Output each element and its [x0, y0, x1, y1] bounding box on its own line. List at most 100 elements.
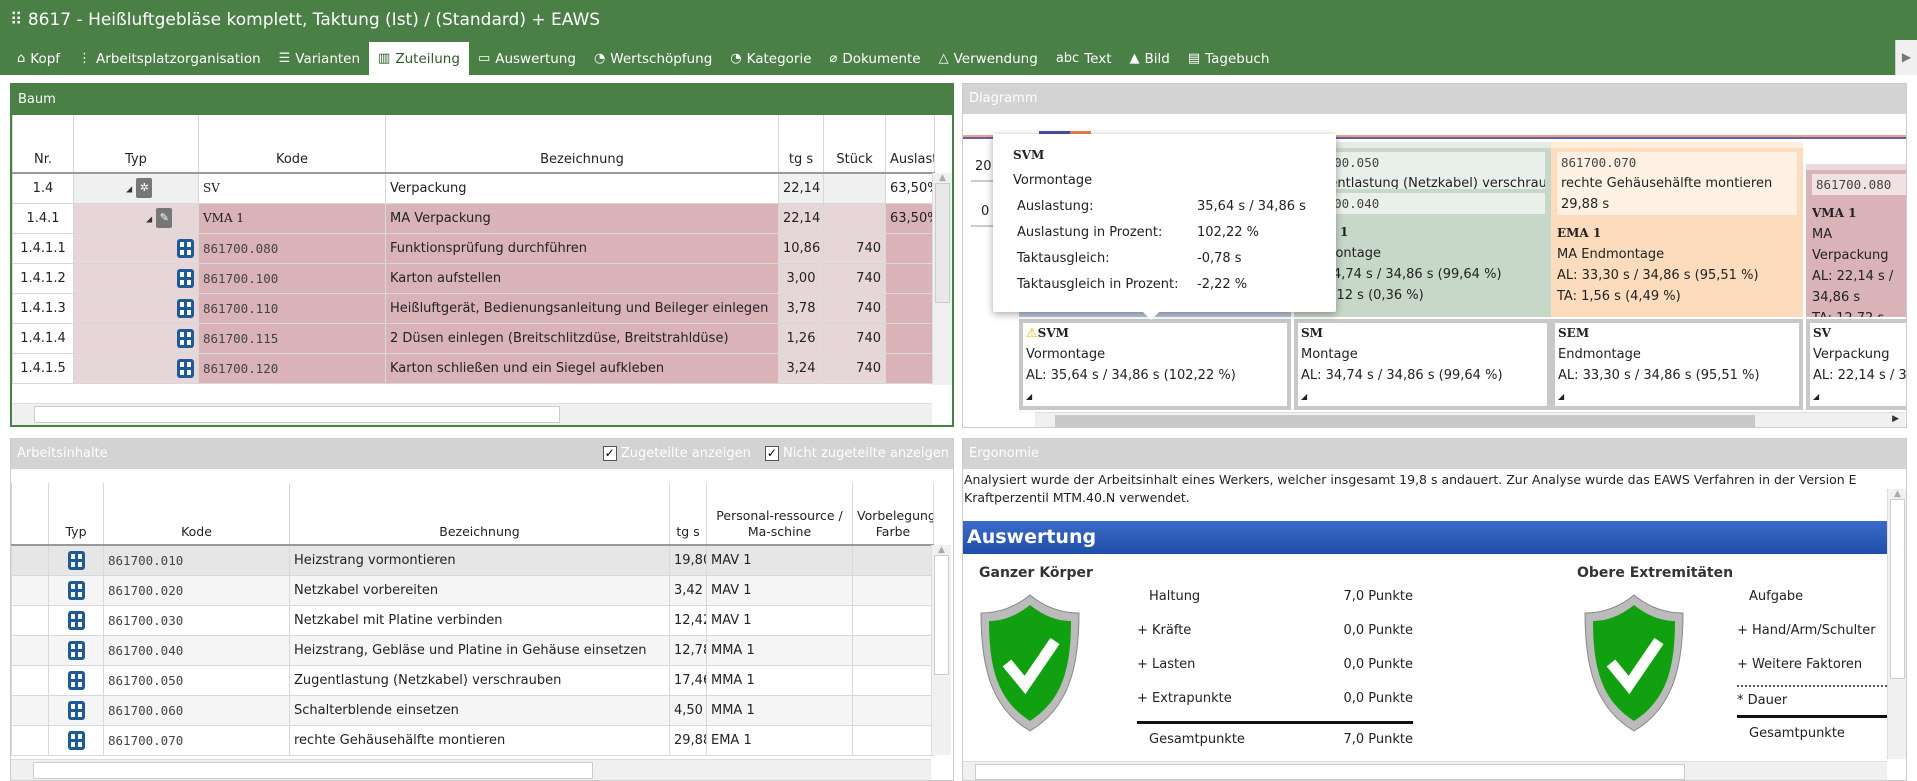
- column-header[interactable]: Nr.: [12, 115, 74, 174]
- expand-icon[interactable]: ◢: [1026, 386, 1284, 406]
- worker-auslastung: AL: 33,30 s / 34,86 s (95,51 %): [1557, 268, 1759, 283]
- row-selector[interactable]: [11, 544, 49, 576]
- work-content-block[interactable]: 861700.040: [1300, 193, 1545, 214]
- station-tooltip: SVM Vormontage Auslastung: 35,64 s / 34,8…: [993, 134, 1336, 320]
- station-box[interactable]: ⚠SVM Vormontage AL: 35,64 s / 34,86 s (102…: [1019, 319, 1291, 410]
- tab-kategorie[interactable]: ◔ Kategorie: [721, 42, 820, 75]
- column-header[interactable]: Auslastung: [885, 115, 935, 174]
- row-selector[interactable]: [11, 574, 49, 606]
- work-content-icon: [177, 268, 194, 288]
- ergo-value: 0,0 Punkte: [1343, 691, 1413, 706]
- worker-taktausgleich: TA: 1,56 s (4,49 %): [1557, 289, 1681, 304]
- tab-kopf[interactable]: ⌂ Kopf: [8, 42, 69, 75]
- tab-tagebuch[interactable]: ▤ Tagebuch: [1179, 42, 1279, 75]
- collapse-icon[interactable]: ◢: [146, 215, 152, 224]
- typ-cell: ◢ ✲: [73, 172, 199, 204]
- station-box[interactable]: SM Montage AL: 34,74 s / 34,86 s (99,64 %)…: [1294, 319, 1551, 410]
- worker-column[interactable]: 861700.070 rechte Gehäusehälfte montieren…: [1551, 142, 1803, 317]
- tab-wertschöpfung[interactable]: ◔ Wertschöpfung: [585, 42, 721, 75]
- column-header[interactable]: Bezeichnung: [385, 115, 779, 174]
- arbeitsinhalt-row[interactable]: 861700.010Heizstrang vormontieren19,80MA…: [11, 544, 934, 576]
- bar-chart-icon: ▥: [378, 51, 391, 66]
- column-header[interactable]: Typ: [73, 115, 199, 174]
- ergonomie-horizontal-scrollbar[interactable]: [963, 761, 1887, 780]
- column-header[interactable]: tg s: [778, 115, 824, 174]
- diagramm-header: Diagramm: [963, 84, 1906, 114]
- baum-row[interactable]: 1.4◢ ✲SVVerpackung22,1463,50%: [12, 172, 935, 204]
- baum-horizontal-scrollbar[interactable]: [12, 403, 932, 425]
- column-header[interactable]: Bezeichnung: [289, 483, 670, 546]
- side-panel-toggle-icon[interactable]: ▶: [1895, 40, 1917, 75]
- baum-row[interactable]: 1.4.1.5 861700.120 Karton schließen und ei…: [12, 352, 935, 384]
- station-name: Montage: [1301, 347, 1358, 362]
- diagramm-horizontal-scrollbar[interactable]: ▶: [1035, 412, 1905, 427]
- station-box[interactable]: SEM Endmontage AL: 33,30 s / 34,86 s (95,5…: [1551, 319, 1803, 410]
- bezeichnung-cell: Karton schließen und ein Siegel aufklebe…: [385, 352, 779, 384]
- work-content-block[interactable]: 861700.080: [1812, 174, 1906, 195]
- row-selector[interactable]: [11, 724, 49, 756]
- worker-auslastung: AL: 34,74 s / 34,86 s (99,64 %): [1300, 267, 1502, 282]
- row-selector[interactable]: [11, 634, 49, 666]
- ergo-label: Haltung: [1149, 589, 1201, 604]
- column-header[interactable]: Typ: [48, 483, 104, 546]
- row-selector[interactable]: [11, 604, 49, 636]
- baum-row[interactable]: 1.4.1.3 861700.110 Heißluftgerät, Bedienun…: [12, 292, 935, 324]
- arbeitsinhalt-row[interactable]: 861700.020 Netzkabel vorbereiten 3,42 MAV 1: [11, 574, 934, 606]
- arbeitsinhalt-row[interactable]: 861700.030 Netzkabel mit Platine verbinde…: [11, 604, 934, 636]
- ergo-label: + Hand/Arm/Schulter: [1737, 623, 1876, 638]
- baum-vertical-scrollbar[interactable]: ▲: [932, 173, 952, 385]
- typ-cell: [73, 322, 199, 354]
- tab-label: Text: [1084, 50, 1112, 67]
- station-code: SM: [1301, 326, 1323, 340]
- expand-icon[interactable]: ◢: [1301, 386, 1544, 406]
- baum-row[interactable]: 1.4.1.4 861700.115 2 Düsen einlegen (Breit…: [12, 322, 935, 354]
- column-header[interactable]: [11, 483, 49, 546]
- tab-verwendung[interactable]: △ Verwendung: [930, 42, 1047, 75]
- column-header[interactable]: Stück: [823, 115, 886, 174]
- arbeitsinhalt-row[interactable]: 861700.050 Zugentlastung (Netzkabel) vers…: [11, 664, 934, 696]
- recycle-icon: △: [938, 51, 949, 66]
- station-box[interactable]: SV Verpackung AL: 22,14 s / 34,86 s ◢: [1806, 319, 1906, 410]
- arbeitsinhalt-row[interactable]: 861700.060 Schalterblende einsetzen 4,50 MM…: [11, 694, 934, 726]
- column-header[interactable]: tg s: [669, 483, 707, 546]
- tab-dokumente[interactable]: ⌀ Dokumente: [821, 42, 930, 75]
- tab-bild[interactable]: ▲ Bild: [1121, 42, 1179, 75]
- ergonomie-vertical-scrollbar[interactable]: ▲: [1887, 489, 1906, 759]
- column-header[interactable]: Kode: [198, 115, 386, 174]
- nicht-zugeteilte-anzeigen-checkbox[interactable]: ✓ Nicht zugeteilte anzeigen: [764, 439, 949, 469]
- tab-auswertung[interactable]: ▭ Auswertung: [469, 42, 585, 75]
- worker-column[interactable]: 861700.080 VMA 1 MA Verpackung AL: 22,14 s …: [1806, 164, 1906, 317]
- baum-row[interactable]: 1.4.1◢ ✎VMA 1MA Verpackung22,1463,50%: [12, 202, 935, 234]
- tg-cell: 3,42: [669, 574, 707, 606]
- work-content-block[interactable]: 861700.070 rechte Gehäusehälfte montieren…: [1557, 152, 1797, 215]
- expand-icon[interactable]: ◢: [1558, 386, 1796, 406]
- column-header[interactable]: Kode: [103, 483, 290, 546]
- typ-cell: [48, 694, 104, 726]
- arbeitsinhalte-vertical-scrollbar[interactable]: ▲: [931, 545, 951, 755]
- image-icon: ▲: [1129, 51, 1140, 66]
- column-header[interactable]: Personal-ressource / Ma-schine: [706, 483, 853, 546]
- zugeteilte-anzeigen-checkbox[interactable]: ✓ Zugeteilte anzeigen: [602, 439, 751, 469]
- row-selector[interactable]: [11, 694, 49, 726]
- arbeitsinhalte-horizontal-scrollbar[interactable]: [11, 759, 931, 780]
- tab-zuteilung[interactable]: ▥ Zuteilung: [369, 42, 469, 75]
- tab-label: Varianten: [295, 50, 361, 67]
- row-selector[interactable]: [11, 664, 49, 696]
- ergo-row: Haltung 7,0 Punkte: [1137, 589, 1413, 623]
- tab-label: Arbeitsplatzorganisation: [96, 50, 261, 67]
- work-content-block[interactable]: 861700.050 Zugentlastung (Netzkabel) vers…: [1300, 152, 1545, 189]
- tab-text[interactable]: abc Text: [1047, 42, 1121, 75]
- tab-arbeitsplatzorganisation[interactable]: ⋮ Arbeitsplatzorganisation: [69, 42, 270, 75]
- collapse-icon[interactable]: ◢: [126, 185, 132, 194]
- work-content-text: 29,88 s: [1561, 197, 1610, 212]
- tab-varianten[interactable]: ☰ Varianten: [270, 42, 369, 75]
- expand-icon[interactable]: ◢: [1813, 386, 1906, 406]
- arbeitsinhalt-row[interactable]: 861700.070 rechte Gehäusehälfte montieren…: [11, 724, 934, 756]
- baum-row[interactable]: 1.4.1.2 861700.100 Karton aufstellen 3,00 74…: [12, 262, 935, 294]
- baum-row[interactable]: 1.4.1.1 861700.080 Funktionsprüfung durchf…: [12, 232, 935, 264]
- arbeitsinhalt-row[interactable]: 861700.040 Heizstrang, Gebläse und Platin…: [11, 634, 934, 666]
- kode-cell: VMA 1: [198, 202, 386, 234]
- auswertung-banner: Auswertung: [963, 521, 1887, 554]
- column-header[interactable]: Vorbelegung Farbe: [852, 483, 934, 546]
- work-content-icon: [67, 550, 85, 570]
